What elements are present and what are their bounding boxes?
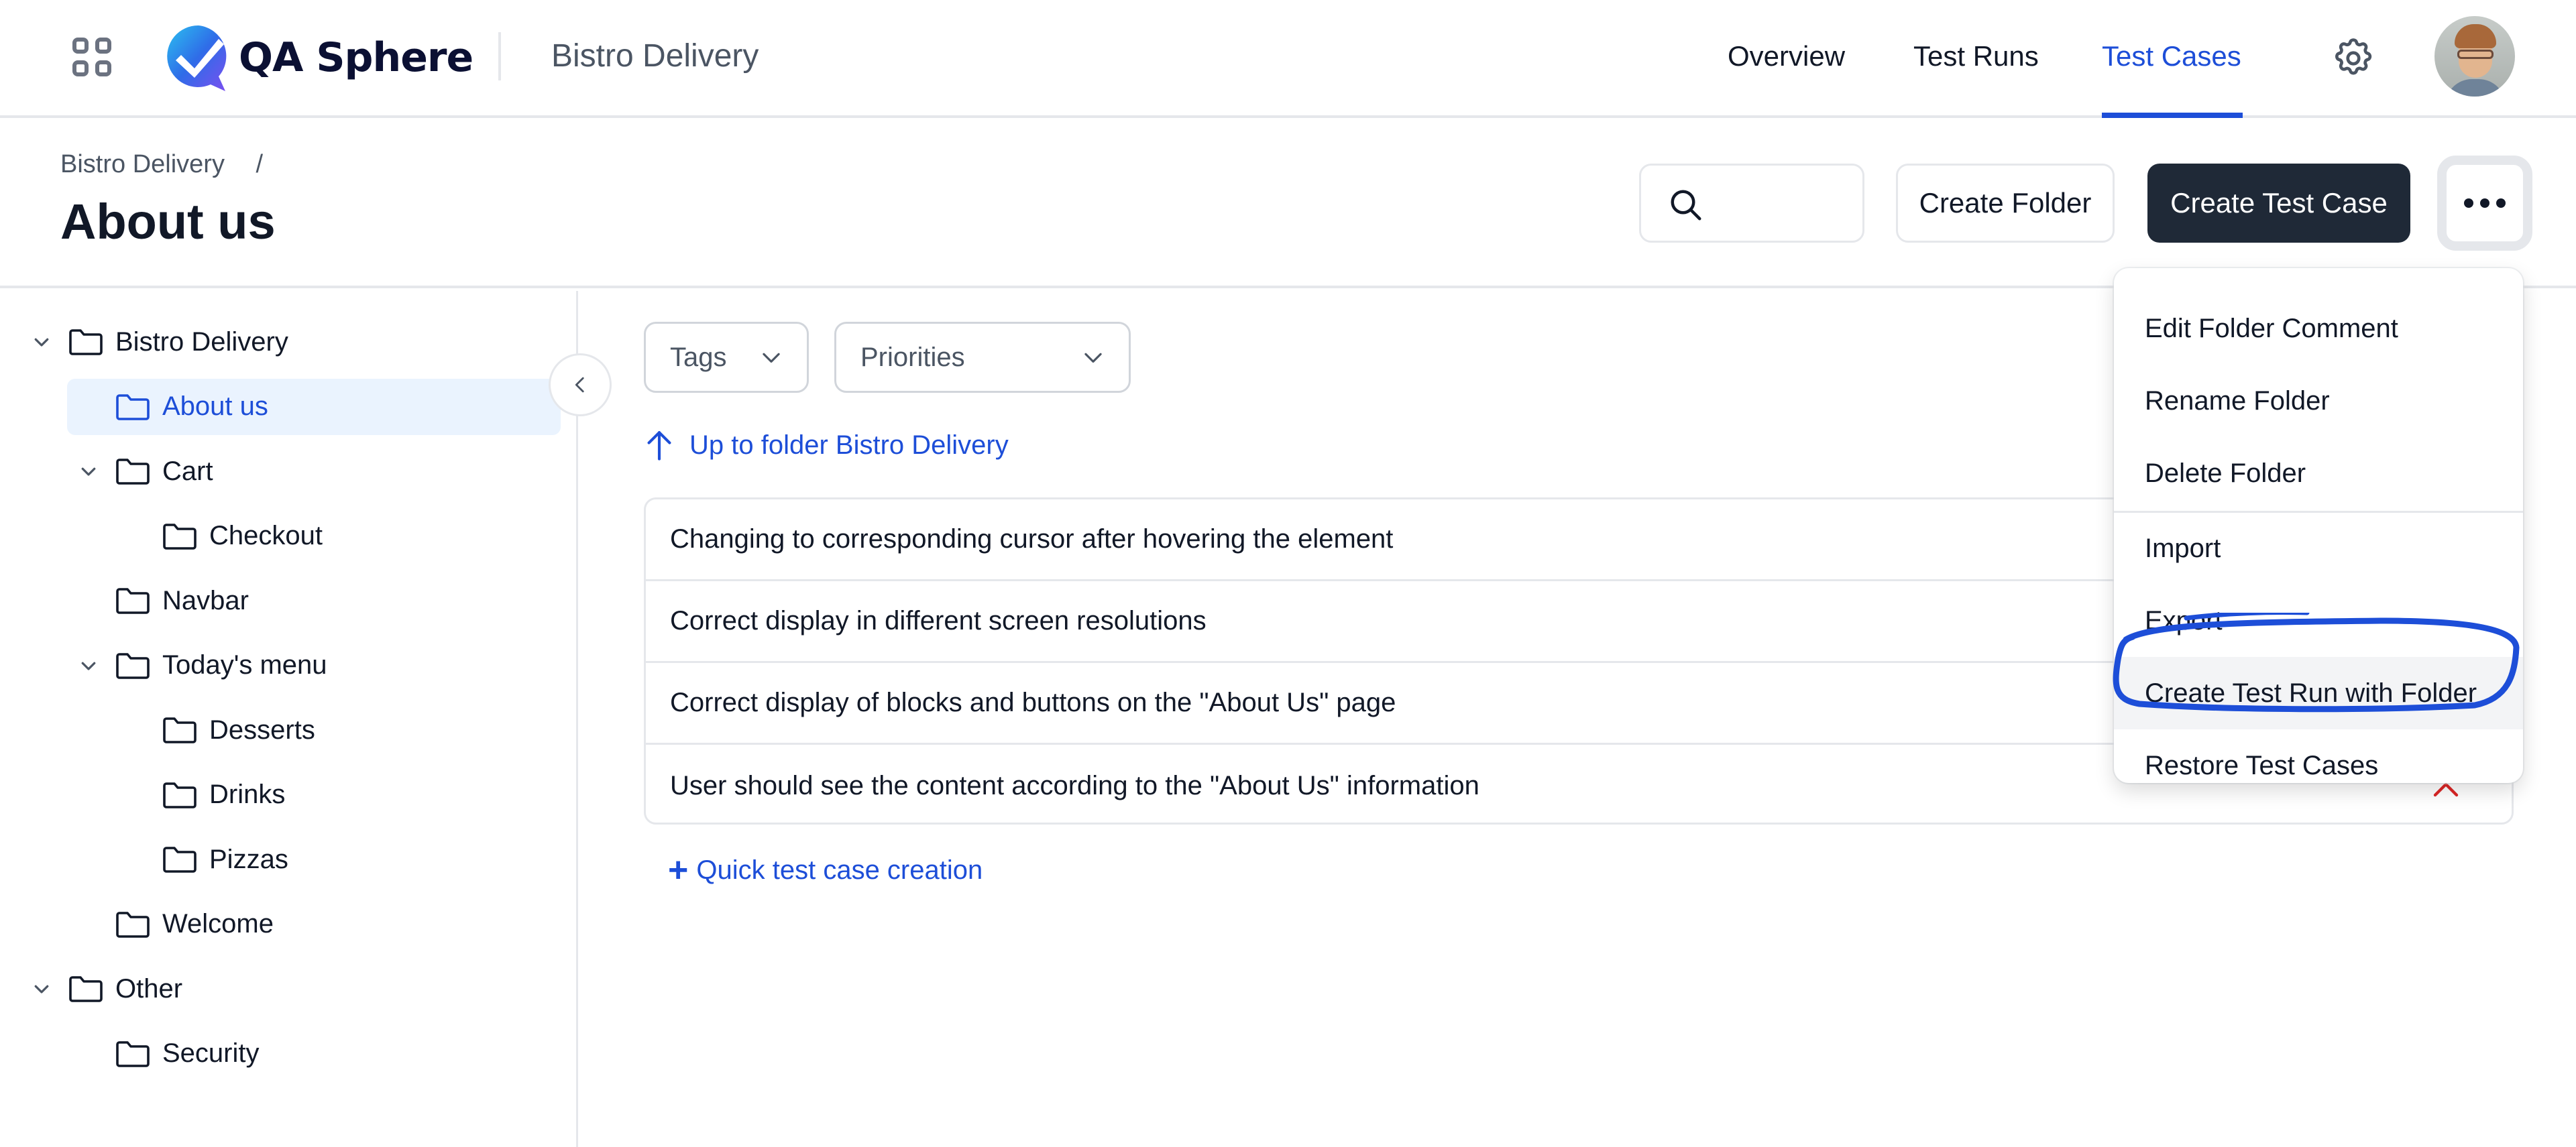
folder-name: Welcome [162, 909, 274, 939]
quick-create-label: Quick test case creation [696, 855, 983, 885]
menu-item-export[interactable]: Export [2114, 585, 2523, 657]
chevron-down-icon[interactable] [30, 330, 54, 354]
breadcrumb-separator: / [256, 150, 264, 178]
page-header: Bistro Delivery / About us Create Folder… [0, 118, 2576, 288]
folder-icon [115, 587, 150, 615]
folder-icon [68, 975, 103, 1003]
chevron-down-icon [1084, 353, 1102, 363]
test-case-title: Correct display in different screen reso… [670, 606, 1207, 636]
folder-tree-item[interactable]: Checkout [123, 508, 323, 564]
folder-icon [115, 1040, 150, 1068]
folder-name: Bistro Delivery [115, 326, 288, 357]
menu-item-rename-folder[interactable]: Rename Folder [2114, 365, 2523, 437]
folder-name: Cart [162, 456, 213, 486]
tab-overview[interactable]: Overview [1728, 36, 1845, 76]
plus-icon: + [668, 851, 689, 890]
folder-tree-item[interactable]: Bistro Delivery [30, 314, 288, 370]
up-link-label: Up to folder Bistro Delivery [689, 430, 1009, 460]
chevron-down-icon[interactable] [76, 654, 101, 678]
qa-sphere-logo-icon [164, 24, 233, 91]
folder-icon [162, 781, 197, 809]
folder-icon [115, 393, 150, 421]
folder-icon [162, 845, 197, 873]
tags-filter-dropdown[interactable]: Tags [644, 322, 809, 393]
menu-item-import[interactable]: Import [2114, 512, 2523, 585]
folder-icon [162, 522, 197, 550]
folder-name: About us [162, 391, 268, 421]
folder-icon [68, 328, 103, 356]
create-test-case-button[interactable]: Create Test Case [2147, 164, 2410, 243]
folder-icon [162, 716, 197, 744]
more-options-button[interactable] [2437, 156, 2532, 251]
breadcrumb: Bistro Delivery / [60, 147, 263, 181]
gear-icon[interactable] [2331, 36, 2375, 80]
chevron-left-icon [575, 377, 584, 393]
folder-name: Other [115, 973, 183, 1004]
project-name[interactable]: Bistro Delivery [551, 36, 759, 76]
active-tab-indicator [2102, 113, 2243, 118]
breadcrumb-item[interactable]: Bistro Delivery [60, 150, 225, 178]
more-dots-icon [2464, 198, 2473, 208]
folder-name: Checkout [209, 521, 323, 550]
chevron-down-icon[interactable] [76, 459, 101, 483]
test-case-title: Correct display of blocks and buttons on… [670, 688, 1396, 717]
chevron-down-icon [763, 353, 780, 363]
test-case-title: User should see the content according to… [670, 770, 1479, 800]
app-logo[interactable]: QA Sphere [164, 24, 473, 91]
folder-tree-item[interactable]: Today's menu [76, 638, 327, 694]
apps-grid-icon[interactable] [72, 38, 113, 78]
search-icon [1671, 190, 1701, 221]
folder-tree-item[interactable]: Desserts [123, 702, 315, 758]
folder-icon [115, 910, 150, 939]
folder-tree-item[interactable]: Welcome [76, 896, 274, 953]
tab-test-cases[interactable]: Test Cases [2102, 36, 2241, 76]
app-name: QA Sphere [239, 34, 473, 81]
folder-name: Navbar [162, 585, 249, 615]
search-field[interactable] [1639, 164, 1864, 243]
collapse-sidebar-button[interactable] [549, 353, 612, 416]
folder-actions-menu: Edit Folder Comment Rename Folder Delete F… [2114, 268, 2523, 783]
page-title: About us [60, 194, 276, 249]
menu-item-create-test-run-with-folder[interactable]: Create Test Run with Folder [2114, 657, 2523, 729]
search-input[interactable] [1715, 179, 1849, 229]
priorities-filter-label: Priorities [860, 342, 965, 372]
folder-tree-item[interactable]: Navbar [76, 572, 249, 629]
user-avatar[interactable] [2434, 16, 2515, 97]
folder-name: Today's menu [162, 650, 327, 680]
menu-item-edit-folder-comment[interactable]: Edit Folder Comment [2114, 292, 2523, 365]
folder-tree-item[interactable]: Drinks [123, 767, 285, 823]
tags-filter-label: Tags [670, 342, 727, 372]
arrow-up-icon [647, 431, 671, 461]
tab-test-runs[interactable]: Test Runs [1913, 36, 2039, 76]
quick-test-case-creation-link[interactable]: + Quick test case creation [668, 851, 983, 889]
folder-tree-item[interactable]: Cart [76, 443, 213, 499]
folder-icon [115, 652, 150, 680]
nav-divider [498, 32, 501, 80]
up-to-parent-folder-link[interactable]: Up to folder Bistro Delivery [645, 426, 1009, 464]
folder-tree-item[interactable]: Security [76, 1026, 260, 1082]
test-case-title: Changing to corresponding cursor after h… [670, 524, 1394, 554]
folder-name: Security [162, 1038, 260, 1068]
folder-tree-item[interactable]: About us [67, 378, 561, 435]
create-folder-button[interactable]: Create Folder [1896, 164, 2115, 243]
top-navigation: QA Sphere Bistro Delivery Overview Test … [0, 0, 2576, 118]
folder-name: Pizzas [209, 844, 288, 874]
folder-name: Desserts [209, 715, 315, 745]
menu-item-delete-folder[interactable]: Delete Folder [2114, 437, 2523, 509]
folder-tree-item[interactable]: Pizzas [123, 831, 288, 888]
folder-tree-sidebar: Bistro Delivery About us Cart Checkout Navba… [0, 291, 578, 1147]
folder-icon [115, 457, 150, 485]
priorities-filter-dropdown[interactable]: Priorities [834, 322, 1131, 393]
folder-name: Drinks [209, 780, 286, 809]
menu-item-restore-test-cases[interactable]: Restore Test Cases [2114, 729, 2523, 783]
folder-tree-item[interactable]: Other [30, 961, 182, 1017]
chevron-down-icon[interactable] [30, 977, 54, 1001]
